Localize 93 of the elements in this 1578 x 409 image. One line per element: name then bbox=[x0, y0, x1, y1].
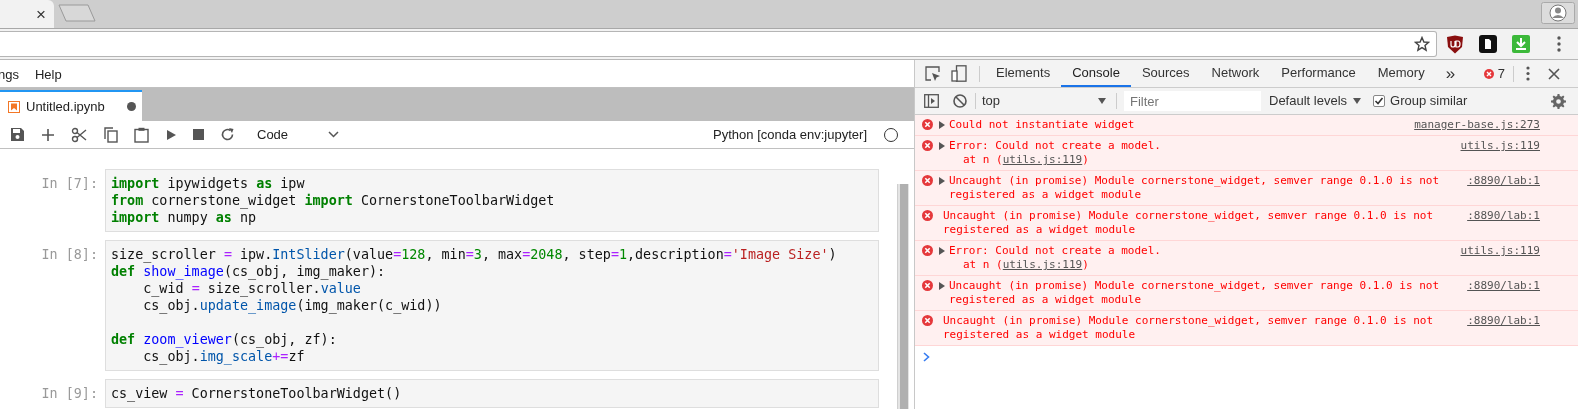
prompt-icon bbox=[923, 352, 930, 362]
source-link[interactable]: utils.js:119 bbox=[1460, 139, 1540, 153]
devtools-tab[interactable]: Network bbox=[1200, 60, 1271, 87]
code-cell[interactable]: import ipywidgets as ipw from cornerstone_widget import CornerstoneToolbarWidget import numpy as np bbox=[105, 169, 879, 232]
chevron-down-icon bbox=[328, 131, 339, 138]
source-link[interactable]: utils.js:119 bbox=[1002, 258, 1083, 271]
browser-tab[interactable]: × bbox=[0, 0, 54, 28]
devtools-tab[interactable]: Elements bbox=[985, 60, 1062, 87]
error-icon bbox=[922, 119, 933, 130]
cell-prompt: In [8]: bbox=[40, 246, 99, 263]
close-icon[interactable] bbox=[1548, 67, 1560, 80]
sidebar-toggle-icon[interactable] bbox=[924, 94, 939, 108]
code-line: import numpy as np bbox=[111, 209, 258, 226]
error-icon bbox=[922, 245, 933, 256]
error-icon bbox=[922, 315, 933, 326]
code-line: cs_obj.img_scale+=zf bbox=[142, 348, 306, 365]
code-cell[interactable]: cs_view = CornerstoneToolbarWidget() bbox=[105, 379, 879, 408]
source-link[interactable]: :8890/lab:1 bbox=[1467, 209, 1540, 223]
close-icon[interactable]: × bbox=[36, 5, 46, 23]
source-link[interactable]: manager-base.js:273 bbox=[1414, 118, 1540, 132]
devtools-tab[interactable]: Memory bbox=[1366, 60, 1436, 87]
notebook-tab[interactable]: Untitled.ipynb bbox=[0, 90, 142, 121]
more-tabs-button[interactable]: » bbox=[1445, 60, 1456, 87]
code-line: cs_obj.update_image(img_maker(c_wid)) bbox=[142, 297, 443, 314]
code-cell[interactable] bbox=[105, 240, 879, 371]
profile-icon[interactable] bbox=[1541, 2, 1575, 24]
error-message: Uncaught (in promise) Module cornerstone_widget, semver range 0.1.0 is not registered as a widget module bbox=[949, 174, 1441, 202]
group-similar-checkbox[interactable] bbox=[1373, 95, 1386, 107]
error-message: Error: Could not create a model. bbox=[949, 139, 1162, 153]
source-link[interactable]: :8890/lab:1 bbox=[1467, 174, 1540, 188]
notebook-icon bbox=[8, 100, 20, 113]
dropdown-arrow-icon bbox=[1353, 98, 1362, 104]
expand-arrow-icon[interactable] bbox=[939, 247, 945, 255]
error-counter[interactable]: 7 bbox=[1483, 63, 1505, 84]
error-icon bbox=[922, 280, 933, 291]
run-icon[interactable] bbox=[165, 128, 177, 141]
dropdown-arrow-icon bbox=[1098, 98, 1106, 104]
code-line: cs_view = CornerstoneToolbarWidget() bbox=[111, 385, 403, 402]
code-line: def zoom_viewer(cs_obj, zf): bbox=[111, 331, 338, 348]
copy-icon[interactable] bbox=[103, 126, 118, 143]
restart-icon[interactable] bbox=[220, 127, 235, 142]
menu-icon[interactable] bbox=[1557, 36, 1561, 52]
notebook-title: Untitled.ipynb bbox=[26, 97, 105, 116]
plus-icon[interactable] bbox=[41, 127, 55, 142]
inspect-icon[interactable] bbox=[925, 65, 941, 82]
error-message: Error: Could not create a model. bbox=[949, 244, 1162, 258]
more-options-icon[interactable] bbox=[1526, 66, 1530, 81]
document-extension-icon[interactable] bbox=[1479, 35, 1497, 53]
star-icon[interactable] bbox=[1414, 36, 1430, 52]
paste-icon[interactable] bbox=[134, 126, 149, 143]
error-message: Uncaught (in promise) Module cornerstone_widget, semver range 0.1.0 is not registered as a widget module bbox=[949, 279, 1441, 307]
expand-arrow-icon[interactable] bbox=[939, 142, 945, 150]
kernel-name: Python [conda env:jupyter] bbox=[713, 125, 867, 144]
code-line: size_scroller = ipw.IntSlider(value=128, min=3, max=2048, step=1,description='Image Size') bbox=[111, 246, 838, 263]
expand-arrow-icon[interactable] bbox=[939, 177, 945, 185]
error-message: Could not instantiate widget bbox=[949, 118, 1136, 132]
code-line: import ipywidgets as ipw bbox=[111, 175, 306, 192]
error-message: Uncaught (in promise) Module cornerstone_widget, semver range 0.1.0 is not registered as a widget module bbox=[943, 314, 1435, 342]
error-message: Uncaught (in promise) Module cornerstone_widget, semver range 0.1.0 is not registered as a widget module bbox=[943, 209, 1435, 237]
save-icon[interactable] bbox=[10, 127, 25, 142]
devtools-tab[interactable]: Performance bbox=[1270, 60, 1367, 87]
source-link[interactable]: utils.js:119 bbox=[1002, 153, 1083, 166]
error-icon bbox=[922, 210, 933, 221]
menu-item[interactable]: Help bbox=[34, 64, 62, 85]
scissors-icon[interactable] bbox=[71, 126, 87, 143]
error-icon bbox=[922, 140, 933, 151]
code-line: c_wid = size_scroller.value bbox=[142, 280, 362, 297]
context-selector[interactable]: top bbox=[982, 91, 1112, 111]
cell-type-dropdown[interactable]: Code bbox=[257, 124, 339, 145]
source-link[interactable]: :8890/lab:1 bbox=[1467, 314, 1540, 328]
stack-trace-line: at n (utils.js:119) bbox=[962, 153, 1090, 167]
group-similar-label: Group similar bbox=[1390, 92, 1468, 111]
expand-arrow-icon[interactable] bbox=[939, 282, 945, 290]
settings-icon[interactable] bbox=[1551, 93, 1566, 109]
download-extension-icon[interactable] bbox=[1512, 35, 1530, 53]
cell-prompt: In [7]: bbox=[40, 175, 99, 192]
cell-type-label: Code bbox=[257, 125, 289, 144]
code-line: from cornerstone_widget import CornerstoneToolbarWidget bbox=[111, 192, 556, 209]
scrollbar[interactable] bbox=[897, 184, 909, 409]
code-line: def show_image(cs_obj, img_maker): bbox=[111, 263, 387, 280]
error-icon bbox=[922, 175, 933, 186]
clear-console-icon[interactable] bbox=[953, 94, 967, 108]
filter-field[interactable]: Filter bbox=[1124, 91, 1261, 111]
levels-dropdown[interactable]: Default levels bbox=[1269, 91, 1362, 111]
stack-trace-line: at n (utils.js:119) bbox=[962, 258, 1090, 272]
expand-arrow-icon[interactable] bbox=[939, 121, 945, 129]
cell-prompt: In [9]: bbox=[40, 385, 99, 402]
shield-extension-icon[interactable] bbox=[1446, 34, 1464, 54]
source-link[interactable]: :8890/lab:1 bbox=[1467, 279, 1540, 293]
source-link[interactable]: utils.js:119 bbox=[1460, 244, 1540, 258]
devtools-tab[interactable]: Sources bbox=[1130, 60, 1201, 87]
device-icon[interactable] bbox=[951, 65, 967, 82]
error-icon bbox=[1483, 68, 1494, 79]
